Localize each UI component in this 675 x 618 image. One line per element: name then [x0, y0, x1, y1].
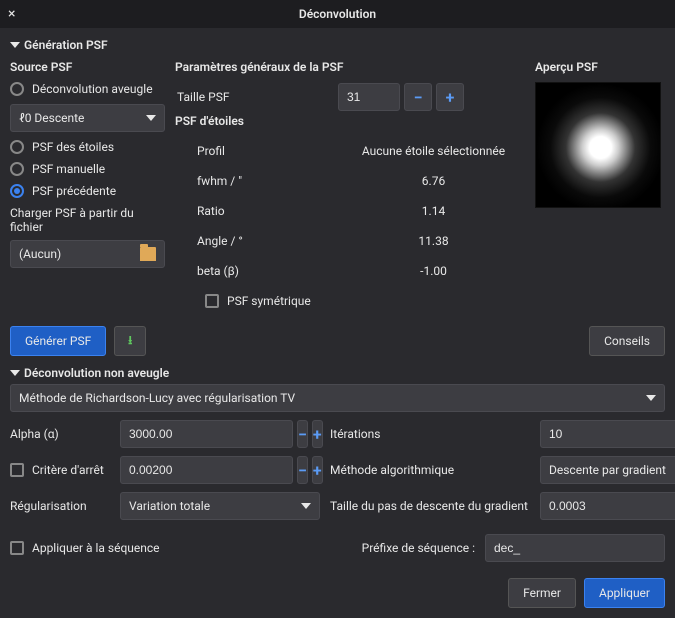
radio-icon	[10, 82, 24, 96]
ratio-label: Ratio	[179, 204, 334, 218]
apply-label: Appliquer	[599, 586, 650, 600]
chevron-down-icon	[10, 370, 20, 376]
close-icon[interactable]: ×	[8, 6, 15, 22]
radio-icon	[10, 184, 24, 198]
algo-select[interactable]: Descente par gradient	[540, 456, 675, 484]
profil-label: Profil	[179, 144, 334, 158]
radio-psf-manual[interactable]: PSF manuelle	[10, 162, 165, 176]
step-label: Taille du pas de descente du gradient	[330, 499, 530, 513]
radio-psf-stars[interactable]: PSF des étoiles	[10, 140, 165, 154]
checkbox-icon	[205, 294, 219, 308]
radio-icon	[10, 140, 24, 154]
beta-value: -1.00	[342, 264, 525, 278]
descent-select-value: ℓ0 Descente	[19, 111, 84, 125]
radio-previous-label: PSF précédente	[32, 184, 116, 198]
psf-file-select[interactable]: (Aucun)	[10, 240, 165, 268]
radio-psf-previous[interactable]: PSF précédente	[10, 184, 165, 198]
stop-plus-button[interactable]: +	[312, 456, 323, 484]
psf-gen-header[interactable]: Génération PSF	[10, 38, 665, 52]
psf-symmetric-label: PSF symétrique	[227, 294, 311, 308]
generate-psf-label: Générer PSF	[25, 334, 91, 348]
stop-minus-button[interactable]: −	[297, 456, 308, 484]
profil-value: Aucune étoile sélectionnée	[342, 144, 525, 158]
alpha-input[interactable]	[120, 420, 293, 448]
radio-icon	[10, 162, 24, 176]
psf-preview-image	[535, 82, 661, 208]
alpha-plus-button[interactable]: +	[312, 420, 323, 448]
method-select[interactable]: Méthode de Richardson-Lucy avec régulari…	[10, 384, 665, 412]
nonblind-header-label: Déconvolution non aveugle	[24, 366, 169, 380]
stop-criteria-checkbox[interactable]: Critère d'arrêt	[10, 463, 110, 477]
stop-criteria-label: Critère d'arrêt	[32, 463, 104, 477]
checkbox-icon	[10, 541, 24, 555]
download-icon: ⭳	[128, 331, 132, 352]
apply-sequence-checkbox[interactable]: Appliquer à la séquence	[10, 541, 160, 555]
reg-label: Régularisation	[10, 499, 110, 513]
taille-psf-input[interactable]	[338, 83, 400, 111]
window-title: Déconvolution	[0, 7, 675, 21]
tips-label: Conseils	[604, 334, 650, 348]
descent-select[interactable]: ℓ0 Descente	[10, 104, 165, 132]
alpha-label: Alpha (α)	[10, 427, 110, 441]
reg-value: Variation totale	[129, 499, 210, 513]
tips-button[interactable]: Conseils	[589, 326, 665, 356]
step-input[interactable]	[540, 492, 675, 520]
angle-value: 11.38	[342, 234, 525, 248]
taille-minus-button[interactable]: −	[404, 83, 432, 111]
chevron-down-icon	[10, 42, 20, 48]
fwhm-value: 6.76	[342, 174, 525, 188]
radio-manual-label: PSF manuelle	[32, 162, 105, 176]
load-psf-button[interactable]: ⭳	[114, 326, 146, 356]
taille-psf-label: Taille PSF	[175, 90, 330, 104]
reg-select[interactable]: Variation totale	[120, 492, 320, 520]
algo-value: Descente par gradient	[549, 463, 666, 477]
alpha-minus-button[interactable]: −	[297, 420, 308, 448]
chevron-down-icon	[146, 115, 156, 121]
taille-plus-button[interactable]: +	[436, 83, 464, 111]
algo-label: Méthode algorithmique	[330, 463, 530, 477]
angle-label: Angle / °	[179, 234, 334, 248]
stop-input[interactable]	[120, 456, 293, 484]
source-psf-label: Source PSF	[10, 60, 165, 74]
folder-icon	[140, 247, 156, 261]
radio-blind-label: Déconvolution aveugle	[32, 82, 153, 96]
radio-stars-label: PSF des étoiles	[32, 140, 114, 154]
psf-params-header: Paramètres généraux de la PSF	[175, 60, 525, 74]
psf-symmetric-checkbox[interactable]: PSF symétrique	[205, 294, 311, 308]
psf-file-value: (Aucun)	[19, 247, 61, 261]
load-psf-label: Charger PSF à partir du fichier	[10, 206, 165, 234]
chevron-down-icon	[301, 503, 311, 509]
method-value: Méthode de Richardson-Lucy avec régulari…	[19, 391, 295, 405]
fwhm-label: fwhm / "	[179, 174, 334, 188]
preview-header: Aperçu PSF	[535, 60, 665, 74]
close-label: Fermer	[523, 586, 561, 600]
iter-label: Itérations	[330, 427, 530, 441]
radio-blind-deconv[interactable]: Déconvolution aveugle	[10, 82, 165, 96]
generate-psf-button[interactable]: Générer PSF	[10, 326, 106, 356]
prefix-label: Préfixe de séquence :	[362, 541, 475, 555]
chevron-down-icon	[646, 395, 656, 401]
apply-sequence-label: Appliquer à la séquence	[32, 541, 160, 555]
iter-input[interactable]	[540, 420, 675, 448]
checkbox-icon	[10, 463, 24, 477]
psf-stars-header: PSF d'étoiles	[175, 114, 525, 128]
psf-gen-header-label: Génération PSF	[24, 38, 108, 52]
beta-label: beta (β)	[179, 264, 334, 278]
nonblind-header[interactable]: Déconvolution non aveugle	[10, 366, 665, 380]
ratio-value: 1.14	[342, 204, 525, 218]
prefix-input[interactable]	[485, 534, 665, 562]
